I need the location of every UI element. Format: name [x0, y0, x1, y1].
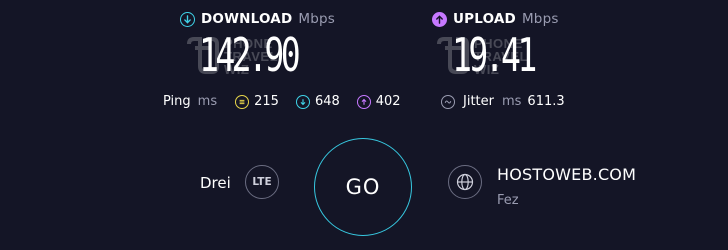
network-type-badge: LTE [245, 165, 279, 199]
arrow-down-circle-icon [180, 11, 195, 27]
jitter-unit: ms [501, 94, 522, 109]
ping-label: Ping [163, 94, 191, 109]
provider-name: Drei [200, 174, 231, 192]
ping-download-value: 648 [314, 94, 340, 109]
download-unit: Mbps [298, 11, 335, 27]
download-value: 142.90 [199, 28, 301, 82]
ping-idle-value: 215 [254, 94, 279, 109]
ping-download-icon [295, 94, 310, 109]
arrow-up-circle-icon [432, 11, 447, 27]
ping-idle-icon [235, 94, 250, 109]
jitter-icon [441, 94, 455, 109]
go-button-label: GO [345, 175, 381, 199]
ping-upload-value: 402 [375, 94, 401, 109]
globe-icon[interactable] [448, 165, 482, 199]
upload-title: UPLOAD [453, 11, 516, 27]
jitter-label: Jitter [463, 94, 494, 109]
download-header: DOWNLOAD Mbps [180, 11, 335, 27]
upload-header: UPLOAD Mbps [432, 11, 559, 27]
jitter-row: Jitter ms 611.3 [441, 94, 565, 109]
jitter-value: 611.3 [527, 94, 565, 109]
upload-unit: Mbps [521, 11, 559, 27]
server-location: Fez [497, 193, 519, 208]
ping-upload-icon [356, 94, 371, 109]
upload-value: 19.41 [452, 28, 537, 82]
download-title: DOWNLOAD [201, 11, 293, 27]
server-name[interactable]: HOSTOWEB.COM [497, 165, 636, 184]
ping-row: Ping ms 215 648 402 [163, 94, 401, 109]
go-button[interactable]: GO [314, 138, 412, 236]
ping-unit: ms [197, 94, 218, 109]
